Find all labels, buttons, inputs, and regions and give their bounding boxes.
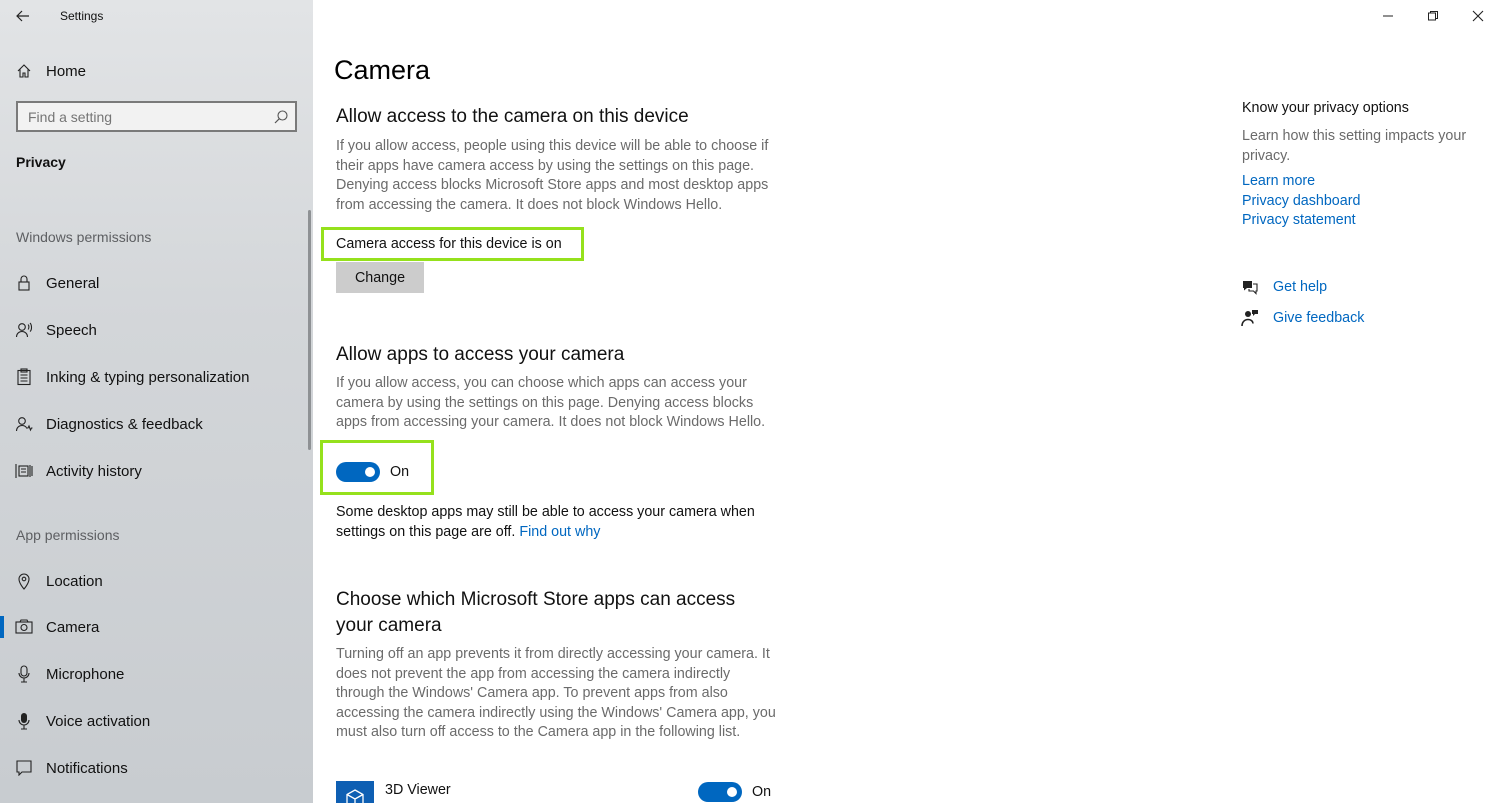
desktop-apps-note: Some desktop apps may still be able to a… bbox=[336, 503, 776, 542]
activity-icon bbox=[14, 461, 34, 481]
restore-icon bbox=[1427, 11, 1438, 21]
back-button[interactable] bbox=[10, 4, 36, 28]
sidebar-item-diagnostics-feedback[interactable]: Diagnostics & feedback bbox=[0, 407, 313, 441]
sidebar-item-notifications[interactable]: Notifications bbox=[0, 751, 313, 785]
speech-icon bbox=[14, 320, 34, 340]
learn-more-link[interactable]: Learn more bbox=[1242, 173, 1315, 189]
device-access-status: Camera access for this device is on bbox=[336, 236, 562, 252]
sidebar-item-voice-activation[interactable]: Voice activation bbox=[0, 704, 313, 738]
sidebar-item-general[interactable]: General bbox=[0, 266, 313, 300]
get-help-link[interactable]: Get help bbox=[1240, 276, 1327, 298]
sidebar-item-label: Location bbox=[46, 572, 103, 590]
diagnostics-icon bbox=[14, 414, 34, 434]
sidebar-item-label: Speech bbox=[46, 321, 97, 339]
sidebar-item-label: Activity history bbox=[46, 462, 142, 480]
back-arrow-icon bbox=[16, 10, 29, 22]
sidebar-item-label: Notifications bbox=[46, 759, 128, 777]
store-apps-heading: Choose which Microsoft Store apps can ac… bbox=[336, 587, 735, 639]
give-feedback-label: Give feedback bbox=[1273, 310, 1365, 326]
group-header-app-permissions: App permissions bbox=[16, 527, 120, 543]
minimize-button[interactable] bbox=[1365, 0, 1410, 32]
device-access-description: If you allow access, people using this d… bbox=[336, 138, 769, 213]
group-header-windows-permissions: Windows permissions bbox=[16, 229, 152, 245]
apps-access-heading: Allow apps to access your camera bbox=[336, 344, 625, 365]
store-apps-heading-line2: your camera bbox=[336, 615, 442, 636]
sidebar-item-speech[interactable]: Speech bbox=[0, 313, 313, 347]
3d-viewer-icon bbox=[336, 781, 374, 803]
device-access-heading: Allow access to the camera on this devic… bbox=[336, 106, 689, 127]
app-name-3d-viewer: 3D Viewer bbox=[385, 782, 451, 798]
section-title-privacy: Privacy bbox=[16, 154, 66, 170]
3d-viewer-toggle[interactable] bbox=[698, 782, 742, 802]
voice-activation-icon bbox=[14, 711, 34, 731]
sidebar-item-label: Camera bbox=[46, 618, 100, 636]
get-help-icon bbox=[1240, 277, 1260, 297]
sidebar-item-label: Microphone bbox=[46, 665, 125, 683]
close-button[interactable] bbox=[1455, 0, 1500, 32]
3d-viewer-toggle-state: On bbox=[752, 784, 772, 800]
sidebar: Settings Home Privacy Windows permission… bbox=[0, 0, 313, 803]
search-icon[interactable] bbox=[273, 109, 289, 125]
privacy-options-description: Learn how this setting impacts your priv… bbox=[1242, 128, 1467, 164]
restore-button[interactable] bbox=[1410, 0, 1455, 32]
privacy-options-title: Know your privacy options bbox=[1242, 100, 1409, 116]
give-feedback-icon bbox=[1240, 308, 1260, 328]
main-content: Camera Allow access to the camera on thi… bbox=[313, 0, 1500, 803]
store-apps-description: Turning off an app prevents it from dire… bbox=[336, 646, 776, 741]
page-title: Camera bbox=[334, 55, 431, 85]
sidebar-item-home[interactable]: Home bbox=[0, 56, 313, 86]
sidebar-item-camera[interactable]: Camera bbox=[0, 610, 313, 644]
search-box[interactable] bbox=[16, 101, 297, 132]
microphone-icon bbox=[14, 664, 34, 684]
apps-access-description: If you allow access, you can choose whic… bbox=[336, 375, 766, 431]
home-label: Home bbox=[46, 62, 87, 80]
close-icon bbox=[1472, 10, 1483, 22]
lock-icon bbox=[14, 273, 34, 293]
location-icon bbox=[14, 571, 34, 591]
change-button[interactable]: Change bbox=[336, 262, 424, 293]
title-bar: Settings bbox=[0, 0, 313, 32]
window-controls bbox=[1365, 0, 1500, 32]
sidebar-item-label: General bbox=[46, 274, 100, 292]
privacy-dashboard-link[interactable]: Privacy dashboard bbox=[1242, 193, 1360, 209]
sidebar-item-inking-typing[interactable]: Inking & typing personalization bbox=[0, 360, 313, 394]
app-title: Settings bbox=[60, 9, 104, 23]
sidebar-item-activity-history[interactable]: Activity history bbox=[0, 454, 313, 488]
minimize-icon bbox=[1382, 15, 1393, 17]
sidebar-item-label: Inking & typing personalization bbox=[46, 368, 250, 386]
privacy-statement-link[interactable]: Privacy statement bbox=[1242, 212, 1356, 228]
apps-access-toggle-state: On bbox=[390, 464, 410, 480]
camera-icon bbox=[14, 617, 34, 637]
home-icon bbox=[14, 61, 34, 81]
sidebar-item-microphone[interactable]: Microphone bbox=[0, 657, 313, 691]
sidebar-item-location[interactable]: Location bbox=[0, 564, 313, 598]
give-feedback-link[interactable]: Give feedback bbox=[1240, 307, 1364, 329]
sidebar-scrollbar[interactable] bbox=[308, 210, 311, 450]
sidebar-item-label: Voice activation bbox=[46, 712, 151, 730]
store-apps-heading-line1: Choose which Microsoft Store apps can ac… bbox=[336, 589, 736, 610]
find-out-why-link[interactable]: Find out why bbox=[519, 524, 600, 540]
notifications-icon bbox=[14, 758, 34, 778]
search-input[interactable] bbox=[18, 108, 268, 125]
apps-access-toggle[interactable] bbox=[336, 462, 380, 482]
get-help-label: Get help bbox=[1273, 279, 1328, 295]
sidebar-item-label: Diagnostics & feedback bbox=[46, 415, 203, 433]
clipboard-icon bbox=[14, 367, 34, 387]
